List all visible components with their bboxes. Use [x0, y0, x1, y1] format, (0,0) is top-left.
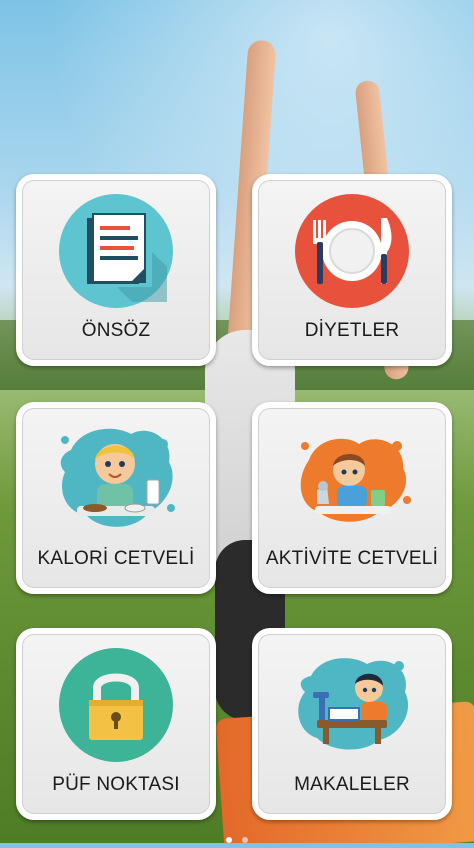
padlock-icon: [22, 646, 210, 764]
child-activity-icon: [258, 420, 446, 538]
menu-tile-label: ÖNSÖZ: [81, 320, 151, 341]
page-dot: [225, 837, 232, 843]
menu-tile-label: KALORİ CETVELİ: [37, 548, 195, 569]
menu-tile-aktivite-cetveli[interactable]: AKTİVİTE CETVELİ: [252, 402, 452, 594]
menu-tile-label: DİYETLER: [304, 320, 400, 341]
child-eating-icon: [22, 420, 210, 538]
menu-tile-kalori-cetveli[interactable]: KALORİ CETVELİ: [16, 402, 216, 594]
plate-cutlery-icon: [258, 192, 446, 310]
menu-tile-label: AKTİVİTE CETVELİ: [265, 548, 439, 569]
menu-tile-onsoz[interactable]: ÖNSÖZ: [16, 174, 216, 366]
menu-tile-diyetler[interactable]: DİYETLER: [252, 174, 452, 366]
menu-tile-label: PÜF NOKTASI: [52, 774, 180, 795]
menu-tile-label: MAKALELER: [294, 774, 410, 795]
child-reading-icon: [258, 646, 446, 764]
menu-tile-puf-noktasi[interactable]: PÜF NOKTASI: [16, 628, 216, 820]
page-indicator: [0, 830, 474, 848]
document-icon: [22, 192, 210, 310]
menu-grid: ÖNSÖZ DİYETLER KALORİ CETVELİ AKTİVİTE C…: [0, 0, 474, 843]
page-dot: [242, 837, 249, 843]
menu-tile-makaleler[interactable]: MAKALELER: [252, 628, 452, 820]
